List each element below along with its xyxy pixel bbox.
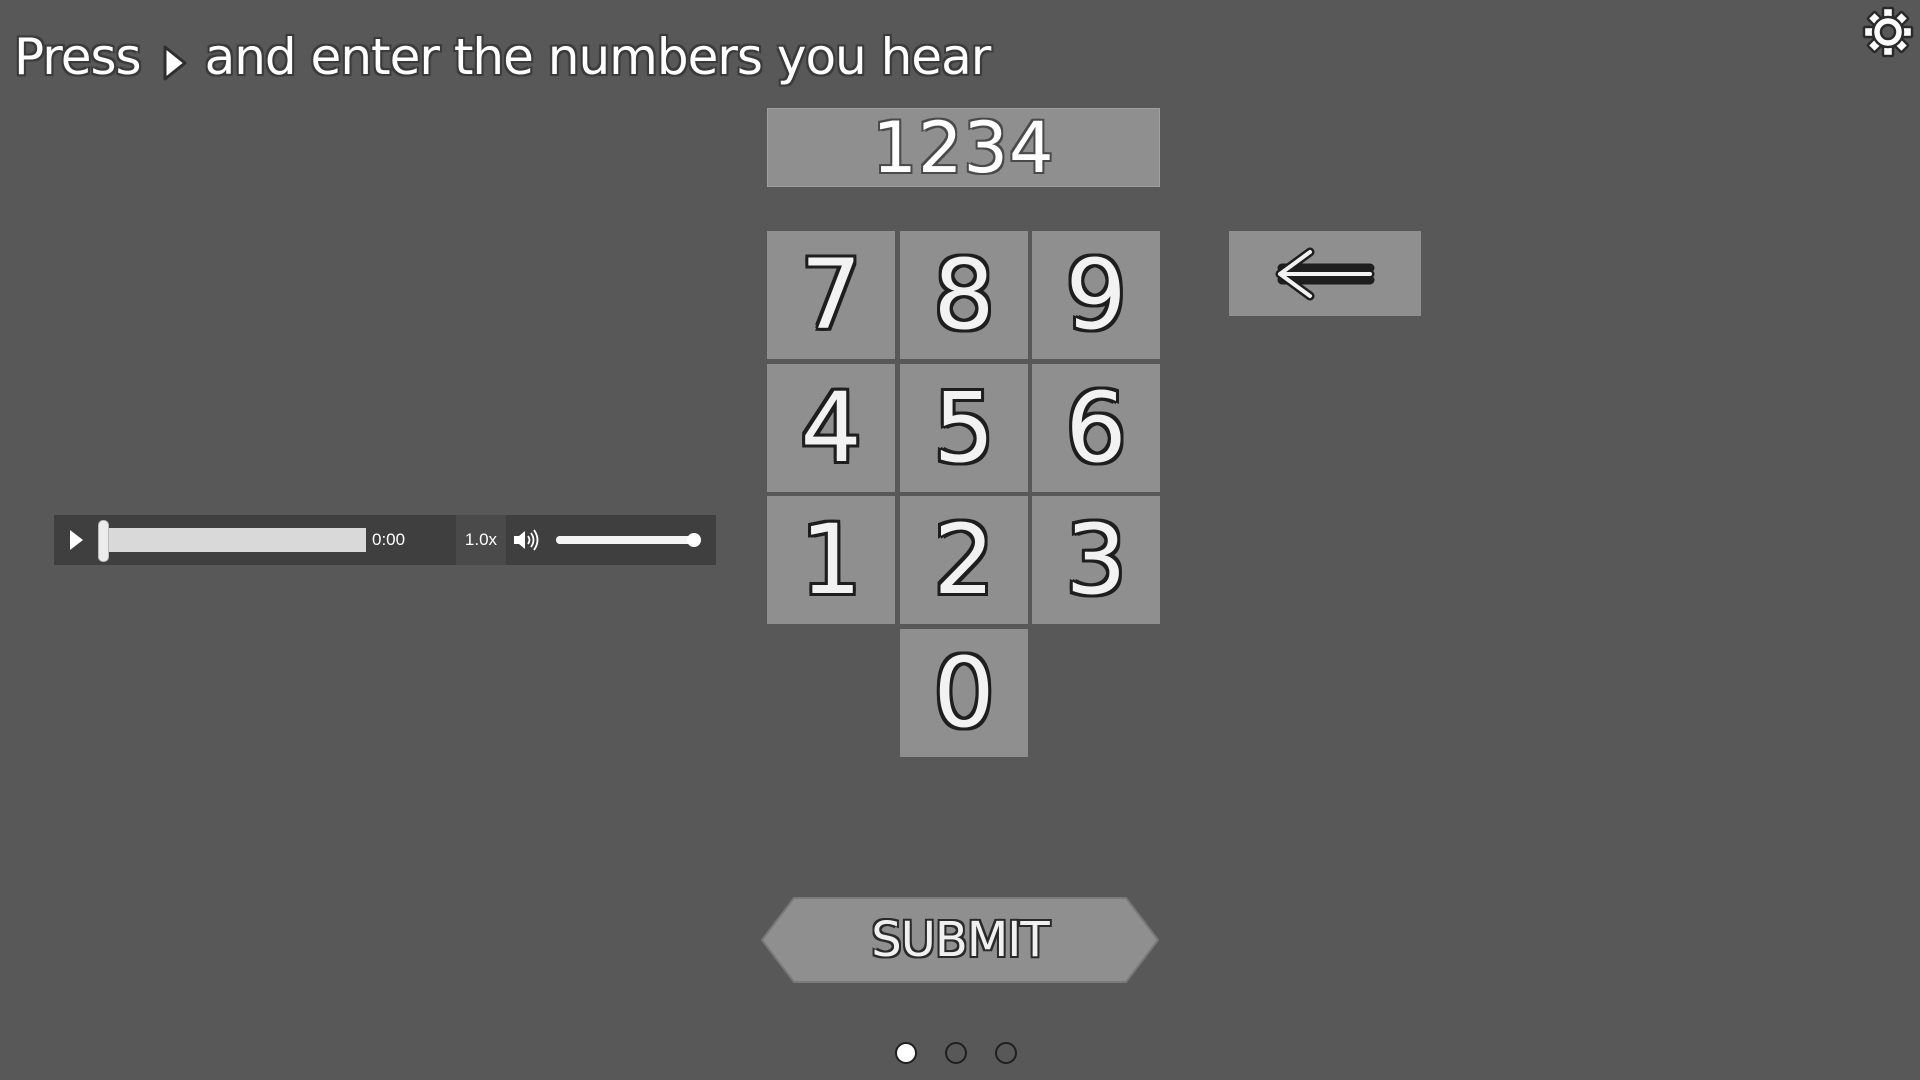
volume-level	[556, 536, 694, 544]
play-icon	[70, 530, 83, 550]
backspace-button[interactable]	[1229, 231, 1421, 316]
key-0[interactable]: 0	[900, 629, 1028, 757]
speaker-icon	[514, 529, 539, 551]
volume-knob[interactable]	[687, 533, 701, 547]
audio-play-button[interactable]	[54, 515, 98, 565]
playback-speed-button[interactable]: 1.0x	[456, 515, 506, 565]
audio-progress-bar[interactable]	[98, 520, 366, 562]
pagination-dot-2[interactable]	[945, 1042, 967, 1064]
instruction-text: Press and enter the numbers you hear	[14, 22, 992, 92]
key-9[interactable]: 9	[1032, 231, 1160, 359]
pagination-dots	[895, 1042, 1045, 1064]
play-icon	[159, 37, 189, 81]
volume-button[interactable]	[506, 515, 546, 565]
settings-button[interactable]	[1862, 6, 1914, 58]
captcha-stage: Press and enter the numbers you hear 123…	[0, 0, 1920, 1080]
left-arrow-icon	[1275, 247, 1375, 300]
pagination-dot-3[interactable]	[995, 1042, 1017, 1064]
submit-label: SUBMIT	[871, 912, 1049, 968]
key-5[interactable]: 5	[900, 364, 1028, 492]
key-1[interactable]: 1	[767, 496, 895, 624]
volume-slider[interactable]	[556, 533, 701, 547]
entered-digits-display: 1234	[767, 107, 1160, 189]
key-2[interactable]: 2	[900, 496, 1028, 624]
progress-handle[interactable]	[98, 520, 109, 562]
instruction-before: Press	[14, 28, 142, 86]
key-7[interactable]: 7	[767, 231, 895, 359]
key-3[interactable]: 3	[1032, 496, 1160, 624]
submit-button[interactable]: SUBMIT	[760, 896, 1160, 984]
audio-time: 0:00	[372, 530, 406, 549]
key-8[interactable]: 8	[900, 231, 1028, 359]
gear-icon	[1862, 6, 1914, 58]
key-4[interactable]: 4	[767, 364, 895, 492]
pagination-dot-1[interactable]	[895, 1042, 917, 1064]
audio-player: 0:00 1.0x	[54, 515, 716, 565]
instruction-after: and enter the numbers you hear	[204, 28, 992, 86]
key-6[interactable]: 6	[1032, 364, 1160, 492]
